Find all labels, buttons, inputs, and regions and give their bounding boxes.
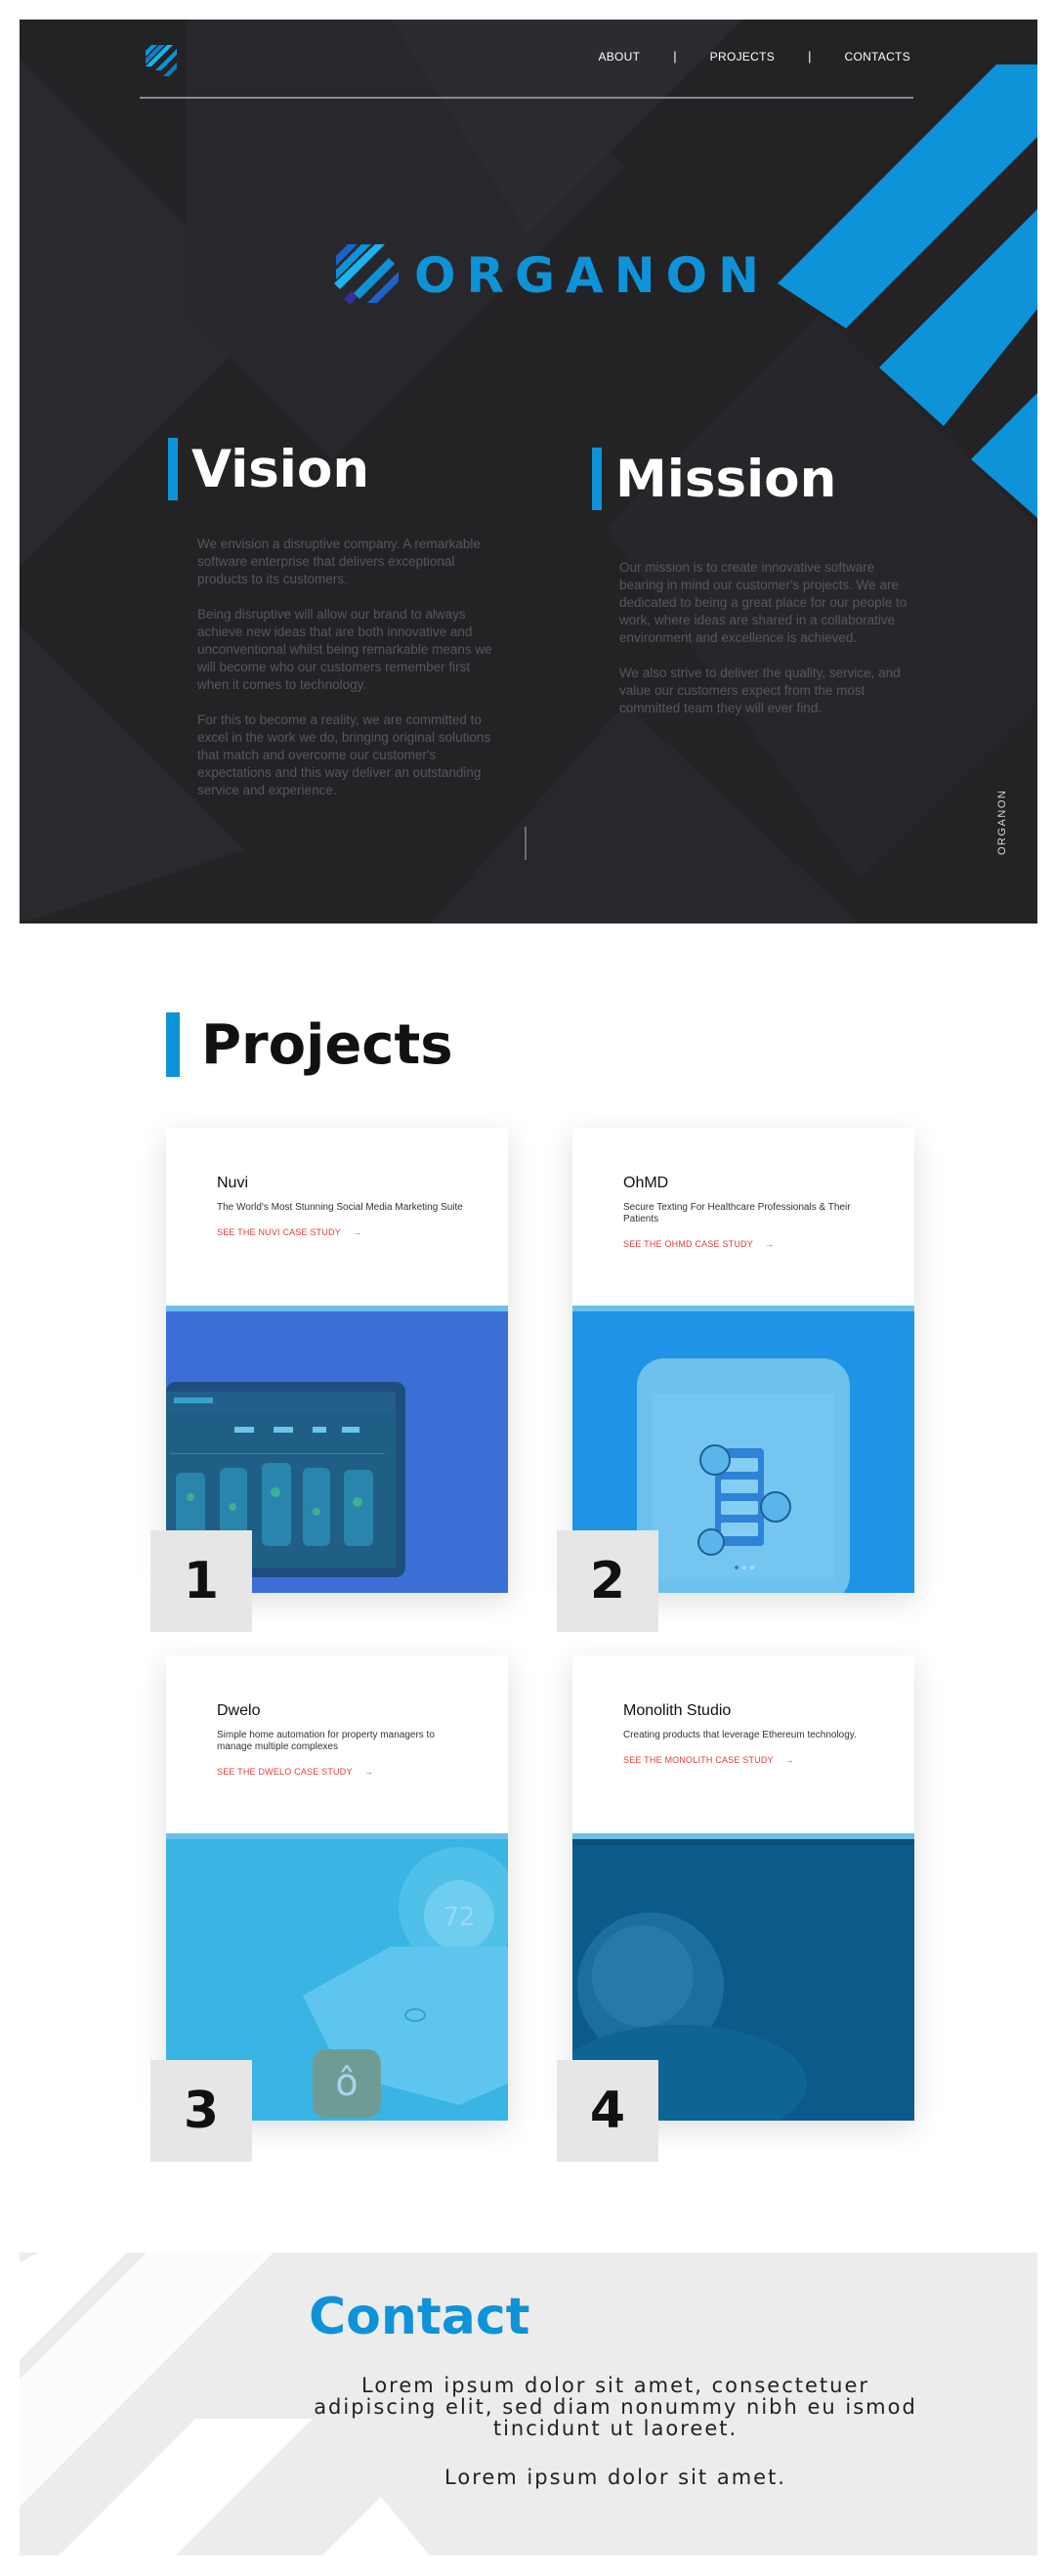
project-number: 3 [183, 2082, 220, 2140]
dwelo-temperature-readout: 72 [443, 1903, 475, 1932]
project-number-badge: 2 [557, 1530, 658, 1632]
brand-name: ORGANON [414, 247, 770, 304]
scroll-indicator[interactable] [525, 827, 527, 860]
case-study-link-label[interactable]: SEE THE MONOLITH CASE STUDY [623, 1755, 774, 1765]
nav-separator: | [808, 49, 812, 64]
case-study-link-label[interactable]: SEE THE NUVI CASE STUDY [217, 1227, 341, 1237]
nav-contacts-link[interactable]: CONTACTS [844, 50, 910, 64]
card-text: Dwelo Simple home automation for propert… [217, 1702, 471, 1777]
mission-heading: Mission [592, 448, 836, 510]
arrow-right-icon: → [352, 1227, 362, 1237]
contact-title: Contact [309, 2288, 530, 2346]
case-study-link[interactable]: SEE THE OHMD CASE STUDY → [623, 1239, 877, 1249]
card-description: Secure Texting For Healthcare Profession… [623, 1202, 851, 1224]
vision-title: Vision [191, 439, 370, 499]
vision-heading: Vision [168, 438, 369, 500]
main-nav: ABOUT | PROJECTS | CONTACTS [598, 49, 910, 64]
brand-logo: ORGANON [330, 236, 770, 315]
arrow-right-icon: → [784, 1755, 794, 1765]
contact-section: Contact Lorem ipsum dolor sit amet, cons… [20, 2253, 1037, 2555]
hero-section: ABOUT | PROJECTS | CONTACTS ORGANON Visi… [20, 20, 1037, 923]
card-title: Monolith Studio [623, 1702, 732, 1719]
mission-title: Mission [615, 449, 837, 509]
contact-text-secondary: Lorem ipsum dolor sit amet. [444, 2466, 786, 2489]
project-card-monolith[interactable]: Monolith Studio Creating products that l… [572, 1655, 914, 2121]
heading-accent-bar [166, 1012, 180, 1077]
project-number: 4 [589, 2082, 626, 2140]
arrow-right-icon: → [764, 1239, 775, 1249]
projects-heading: Projects [166, 1012, 453, 1077]
projects-title: Projects [201, 1012, 453, 1077]
card-description: Simple home automation for property mana… [217, 1730, 435, 1752]
heading-accent-bar [168, 438, 178, 500]
case-study-link[interactable]: SEE THE NUVI CASE STUDY → [217, 1227, 471, 1237]
project-number-badge: 3 [150, 2060, 252, 2162]
nav-separator: | [673, 49, 677, 64]
card-description: Creating products that leverage Ethereum… [623, 1730, 857, 1740]
vision-text: We envision a disruptive company. A rema… [197, 536, 500, 817]
contact-text: Lorem ipsum dolor sit amet, consectetuer… [314, 2374, 917, 2440]
side-brand-label: ORGANON [996, 789, 1008, 855]
mission-paragraph: Our mission is to create innovative soft… [619, 560, 907, 645]
card-text: OhMD Secure Texting For Healthcare Profe… [623, 1175, 877, 1249]
project-number: 1 [183, 1552, 220, 1610]
project-number: 2 [589, 1552, 626, 1610]
organon-logo-icon [334, 244, 399, 305]
project-card-ohmd[interactable]: OhMD Secure Texting For Healthcare Profe… [572, 1128, 914, 1593]
case-study-link-label[interactable]: SEE THE DWELO CASE STUDY [217, 1767, 353, 1777]
arrow-right-icon: → [363, 1767, 373, 1777]
card-title: Nuvi [217, 1175, 249, 1191]
vision-paragraph: For this to become a reality, we are com… [197, 712, 491, 797]
svg-text:ô: ô [335, 2061, 358, 2104]
case-study-link-label[interactable]: SEE THE OHMD CASE STUDY [623, 1239, 753, 1249]
heading-accent-bar [592, 448, 602, 510]
card-title: Dwelo [217, 1702, 261, 1719]
card-text: Monolith Studio Creating products that l… [623, 1702, 877, 1765]
mission-paragraph: We also strive to deliver the quality, s… [619, 665, 901, 715]
card-title: OhMD [623, 1175, 669, 1191]
nav-about-link[interactable]: ABOUT [598, 50, 640, 64]
card-description: The World's Most Stunning Social Media M… [217, 1202, 463, 1213]
project-number-badge: 1 [150, 1530, 252, 1632]
nav-projects-link[interactable]: PROJECTS [710, 50, 775, 64]
card-text: Nuvi The World's Most Stunning Social Me… [217, 1175, 471, 1237]
case-study-link[interactable]: SEE THE DWELO CASE STUDY → [217, 1767, 471, 1777]
project-card-nuvi[interactable]: Nuvi The World's Most Stunning Social Me… [166, 1128, 508, 1593]
nav-divider [140, 97, 913, 99]
project-number-badge: 4 [557, 2060, 658, 2162]
vision-paragraph: Being disruptive will allow our brand to… [197, 607, 492, 692]
case-study-link[interactable]: SEE THE MONOLITH CASE STUDY → [623, 1755, 877, 1765]
mission-text: Our mission is to create innovative soft… [619, 559, 912, 735]
project-card-dwelo[interactable]: Dwelo Simple home automation for propert… [166, 1655, 508, 2121]
vision-paragraph: We envision a disruptive company. A rema… [197, 537, 481, 586]
nav-logo-icon[interactable] [142, 41, 181, 80]
